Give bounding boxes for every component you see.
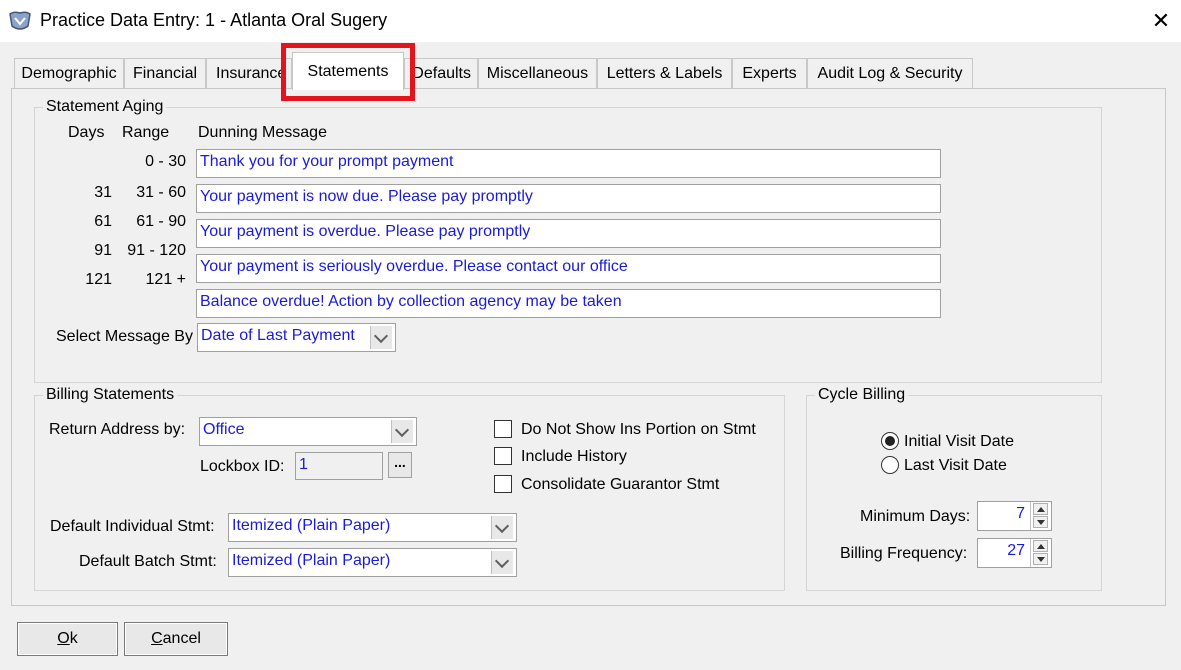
days-value: 61 (94, 213, 112, 230)
chevron-down-icon[interactable] (491, 516, 513, 539)
include-history-checkbox[interactable] (494, 447, 512, 465)
cancel-label-accel: C (151, 630, 163, 647)
billing-frequency-stepper[interactable]: 27 (977, 538, 1052, 568)
default-batch-stmt-dropdown[interactable]: Itemized (Plain Paper) (228, 548, 517, 577)
minimum-days-value: 7 (1016, 505, 1025, 522)
range-value: 61 - 90 (136, 213, 186, 230)
do-not-show-ins-label: Do Not Show Ins Portion on Stmt (521, 421, 756, 438)
tab-miscellaneous[interactable]: Miscellaneous (478, 58, 597, 88)
dunning-message-input[interactable]: Your payment is overdue. Please pay prom… (196, 219, 941, 248)
tab-defaults[interactable]: Defaults (404, 58, 478, 88)
return-address-value: Office (203, 421, 245, 438)
chevron-down-icon[interactable] (491, 551, 513, 574)
ok-label-accel: O (57, 630, 70, 647)
highlight-box (281, 43, 415, 101)
chevron-down-icon[interactable] (370, 326, 392, 349)
tab-demographic[interactable]: Demographic (14, 58, 124, 88)
select-message-by-value: Date of Last Payment (201, 327, 355, 344)
close-icon[interactable]: ✕ (1148, 8, 1174, 34)
last-visit-date-label: Last Visit Date (904, 457, 1007, 474)
arrow-up-icon[interactable] (1033, 540, 1048, 552)
include-history-label: Include History (521, 448, 627, 465)
app-icon (8, 10, 32, 32)
tab-insurance[interactable]: Insurance (206, 58, 292, 88)
cycle-billing-legend: Cycle Billing (815, 386, 909, 404)
consolidate-guarantor-label: Consolidate Guarantor Stmt (521, 476, 720, 493)
lockbox-id-label: Lockbox ID: (200, 458, 285, 475)
minimum-days-spinner[interactable] (1030, 502, 1050, 530)
select-message-by-label: Select Message By (56, 328, 193, 345)
last-visit-date-radio[interactable] (881, 456, 899, 474)
dunning-message-input[interactable]: Balance overdue! Action by collection ag… (196, 289, 941, 318)
tab-experts[interactable]: Experts (732, 58, 807, 88)
ok-button[interactable]: Ok (17, 622, 118, 656)
days-value: 31 (94, 184, 112, 201)
statement-aging-legend: Statement Aging (43, 98, 167, 116)
billing-frequency-label: Billing Frequency: (840, 545, 968, 562)
initial-visit-date-radio[interactable] (881, 432, 899, 450)
minimum-days-label: Minimum Days: (860, 508, 971, 525)
default-individual-stmt-label: Default Individual Stmt: (50, 518, 215, 535)
chevron-down-icon[interactable] (391, 420, 413, 443)
days-header: Days (68, 124, 105, 141)
billing-frequency-value: 27 (1007, 542, 1025, 559)
lockbox-browse-button[interactable]: ... (388, 452, 412, 478)
tab-audit-log-security[interactable]: Audit Log & Security (807, 58, 973, 88)
tab-financial[interactable]: Financial (124, 58, 206, 88)
default-individual-stmt-value: Itemized (Plain Paper) (232, 517, 391, 534)
ok-label-post: k (69, 630, 78, 647)
default-batch-stmt-label: Default Batch Stmt: (79, 553, 217, 570)
range-value: 121 + (145, 271, 186, 288)
window-title: Practice Data Entry: 1 - Atlanta Oral Su… (40, 10, 388, 30)
billing-frequency-spinner[interactable] (1030, 539, 1050, 567)
days-value: 91 (94, 242, 112, 259)
select-message-by-dropdown[interactable]: Date of Last Payment (197, 323, 396, 352)
default-batch-stmt-value: Itemized (Plain Paper) (232, 552, 391, 569)
initial-visit-date-label: Initial Visit Date (904, 433, 1014, 450)
arrow-down-icon[interactable] (1033, 516, 1048, 528)
days-value: 121 (85, 271, 112, 288)
do-not-show-ins-checkbox[interactable] (494, 420, 512, 438)
lockbox-id-field[interactable]: 1 (295, 452, 383, 480)
consolidate-guarantor-checkbox[interactable] (494, 475, 512, 493)
range-value: 91 - 120 (127, 242, 186, 259)
billing-statements-legend: Billing Statements (43, 386, 178, 404)
return-address-dropdown[interactable]: Office (199, 417, 417, 446)
dunning-message-input[interactable]: Thank you for your prompt payment (196, 149, 941, 178)
range-header: Range (122, 124, 170, 141)
minimum-days-stepper[interactable]: 7 (977, 501, 1052, 531)
default-individual-stmt-dropdown[interactable]: Itemized (Plain Paper) (228, 513, 517, 542)
cancel-label-post: ancel (162, 630, 201, 647)
dunning-message-input[interactable]: Your payment is seriously overdue. Pleas… (196, 254, 941, 283)
dunning-message-header: Dunning Message (198, 124, 327, 141)
range-value: 0 - 30 (145, 153, 186, 170)
return-address-label: Return Address by: (49, 421, 186, 438)
range-value: 31 - 60 (136, 184, 186, 201)
arrow-up-icon[interactable] (1033, 503, 1048, 515)
cancel-button[interactable]: Cancel (124, 622, 228, 656)
dunning-message-input[interactable]: Your payment is now due. Please pay prom… (196, 184, 941, 213)
tab-letters-labels[interactable]: Letters & Labels (597, 58, 732, 88)
arrow-down-icon[interactable] (1033, 553, 1048, 565)
